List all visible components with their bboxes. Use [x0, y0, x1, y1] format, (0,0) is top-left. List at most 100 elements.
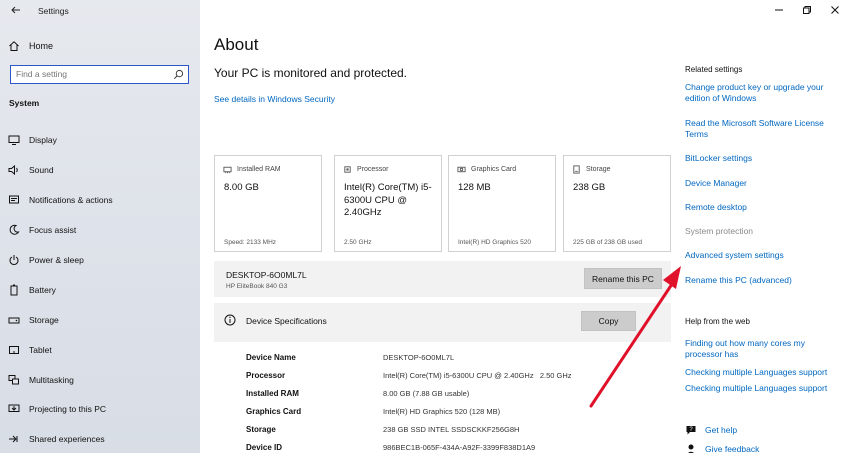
spec-value: 986BEC1B-065F-434A-A92F-3399F838D1A9 [383, 443, 536, 452]
help-link-languages[interactable]: Checking multiple Languages support [685, 367, 835, 378]
restore-icon [803, 6, 811, 14]
close-button[interactable] [824, 2, 846, 18]
spec-value: Intel(R) Core(TM) i5-6300U CPU @ 2.40GHz… [383, 371, 572, 380]
processor-icon [344, 166, 351, 173]
processor-card: Processor Intel(R) Core(TM) i5-6300U CPU… [334, 155, 442, 252]
help-link-cores[interactable]: Finding out how many cores my processor … [685, 338, 835, 360]
card-heading: Storage [586, 166, 611, 173]
focus-assist-icon [9, 224, 20, 235]
sidebar: Settings Home System Display Sound Notif… [0, 0, 200, 453]
device-name: DESKTOP-6O0ML7L [226, 270, 307, 280]
spec-key: Graphics Card [246, 407, 302, 416]
storage-card: Storage 238 GB 225 GB of 238 GB used [563, 155, 671, 252]
sidebar-home[interactable]: Home [8, 38, 53, 54]
protection-status: Your PC is monitored and protected. [214, 66, 408, 80]
card-subtext: Intel(R) HD Graphics 520 [458, 239, 531, 246]
multitasking-icon [8, 375, 19, 385]
page-title: About [214, 35, 259, 54]
sidebar-item-notifications[interactable]: Notifications & actions [8, 193, 113, 207]
remote-desktop-link[interactable]: Remote desktop [685, 202, 835, 213]
spec-key: Storage [246, 425, 276, 434]
info-icon [224, 314, 236, 326]
window-title: Settings [38, 6, 69, 16]
sidebar-item-label: Sound [29, 165, 54, 175]
windows-security-link[interactable]: See details in Windows Security [214, 94, 335, 104]
specs-table: Device Name DESKTOP-6O0ML7L Processor In… [214, 342, 671, 453]
restore-button[interactable] [796, 2, 818, 18]
spec-key: Installed RAM [246, 389, 299, 398]
give-feedback-label[interactable]: Give feedback [705, 444, 759, 453]
display-icon [8, 135, 20, 145]
search-box[interactable] [10, 65, 189, 84]
search-icon[interactable] [173, 69, 184, 80]
spec-value: DESKTOP-6O0ML7L [383, 353, 455, 362]
sidebar-item-sound[interactable]: Sound [8, 163, 54, 177]
bitlocker-settings-link[interactable]: BitLocker settings [685, 153, 835, 164]
system-protection-link[interactable]: System protection [685, 226, 835, 237]
home-icon [9, 41, 19, 51]
ram-icon [223, 166, 232, 174]
section-label-system: System [9, 98, 40, 108]
sidebar-item-label: Display [29, 135, 57, 145]
sound-icon [8, 164, 18, 176]
card-heading: Graphics Card [471, 166, 517, 173]
help-link-languages-2[interactable]: Checking multiple Languages support [685, 383, 835, 394]
storage-drive-icon [573, 165, 580, 174]
card-value: 238 GB [573, 182, 606, 193]
license-terms-link[interactable]: Read the Microsoft Software License Term… [685, 118, 835, 140]
change-product-key-link[interactable]: Change product key or upgrade your editi… [685, 82, 835, 104]
specs-title: Device Specifications [246, 316, 327, 326]
give-feedback-link[interactable]: Give feedback [685, 443, 759, 453]
card-heading: Installed RAM [237, 166, 281, 173]
sidebar-item-storage[interactable]: Storage [8, 313, 59, 327]
spec-value: 238 GB SSD INTEL SSDSCKKF256G8H [383, 425, 520, 434]
device-specifications-panel: Device Specifications Copy Device Name D… [214, 303, 671, 453]
sidebar-item-label: Tablet [29, 345, 52, 355]
minimize-button[interactable] [768, 2, 790, 18]
sidebar-item-label: Storage [29, 315, 59, 325]
help-from-web-heading: Help from the web [685, 317, 750, 326]
card-value: 8.00 GB [224, 182, 259, 193]
card-subtext: 225 GB of 238 GB used [573, 239, 643, 246]
get-help-link[interactable]: ? Get help [685, 424, 737, 436]
sidebar-item-multitasking[interactable]: Multitasking [8, 373, 74, 387]
advanced-system-settings-link[interactable]: Advanced system settings [685, 250, 835, 261]
shared-experiences-icon [9, 435, 18, 443]
graphics-card-card: Graphics Card 128 MB Intel(R) HD Graphic… [448, 155, 556, 252]
card-value: Intel(R) Core(TM) i5-6300U CPU @ 2.40GHz [344, 182, 432, 218]
rename-pc-button[interactable]: Rename this PC [584, 268, 662, 289]
notifications-icon [9, 195, 19, 204]
projecting-icon [8, 404, 20, 412]
spec-value: 8.00 GB (7.88 GB usable) [383, 389, 470, 398]
power-icon [9, 255, 19, 265]
back-arrow-icon[interactable] [10, 4, 22, 16]
sidebar-item-label: Notifications & actions [29, 195, 113, 205]
storage-icon [8, 317, 20, 324]
card-subtext: 2.50 GHz [344, 239, 372, 246]
copy-specs-button[interactable]: Copy [581, 311, 636, 331]
device-manager-link[interactable]: Device Manager [685, 178, 835, 189]
ram-card: Installed RAM 8.00 GB Speed: 2133 MHz [214, 155, 322, 252]
search-input[interactable] [11, 66, 161, 82]
rename-pc-advanced-link[interactable]: Rename this PC (advanced) [685, 275, 835, 286]
sidebar-item-tablet[interactable]: Tablet [8, 343, 52, 357]
sidebar-item-label: Battery [29, 285, 56, 295]
sidebar-item-projecting[interactable]: Projecting to this PC [8, 402, 106, 416]
sidebar-item-shared-experiences[interactable]: Shared experiences [8, 432, 105, 446]
related-settings-heading: Related settings [685, 65, 743, 74]
sidebar-item-display[interactable]: Display [8, 133, 57, 147]
sidebar-item-power-sleep[interactable]: Power & sleep [8, 253, 84, 267]
card-heading: Processor [357, 166, 389, 173]
close-icon [831, 6, 839, 14]
sidebar-item-battery[interactable]: Battery [8, 283, 56, 297]
spec-key: Device ID [246, 443, 283, 452]
graphics-card-icon [457, 166, 466, 173]
spec-key: Device Name [246, 353, 296, 362]
sidebar-item-focus-assist[interactable]: Focus assist [8, 223, 76, 237]
device-model: HP EliteBook 840 G3 [226, 283, 288, 290]
card-value: 128 MB [458, 182, 491, 193]
spec-value: Intel(R) HD Graphics 520 (128 MB) [383, 407, 501, 416]
tablet-icon [9, 346, 19, 354]
get-help-icon: ? [686, 426, 696, 435]
get-help-label[interactable]: Get help [705, 425, 737, 435]
